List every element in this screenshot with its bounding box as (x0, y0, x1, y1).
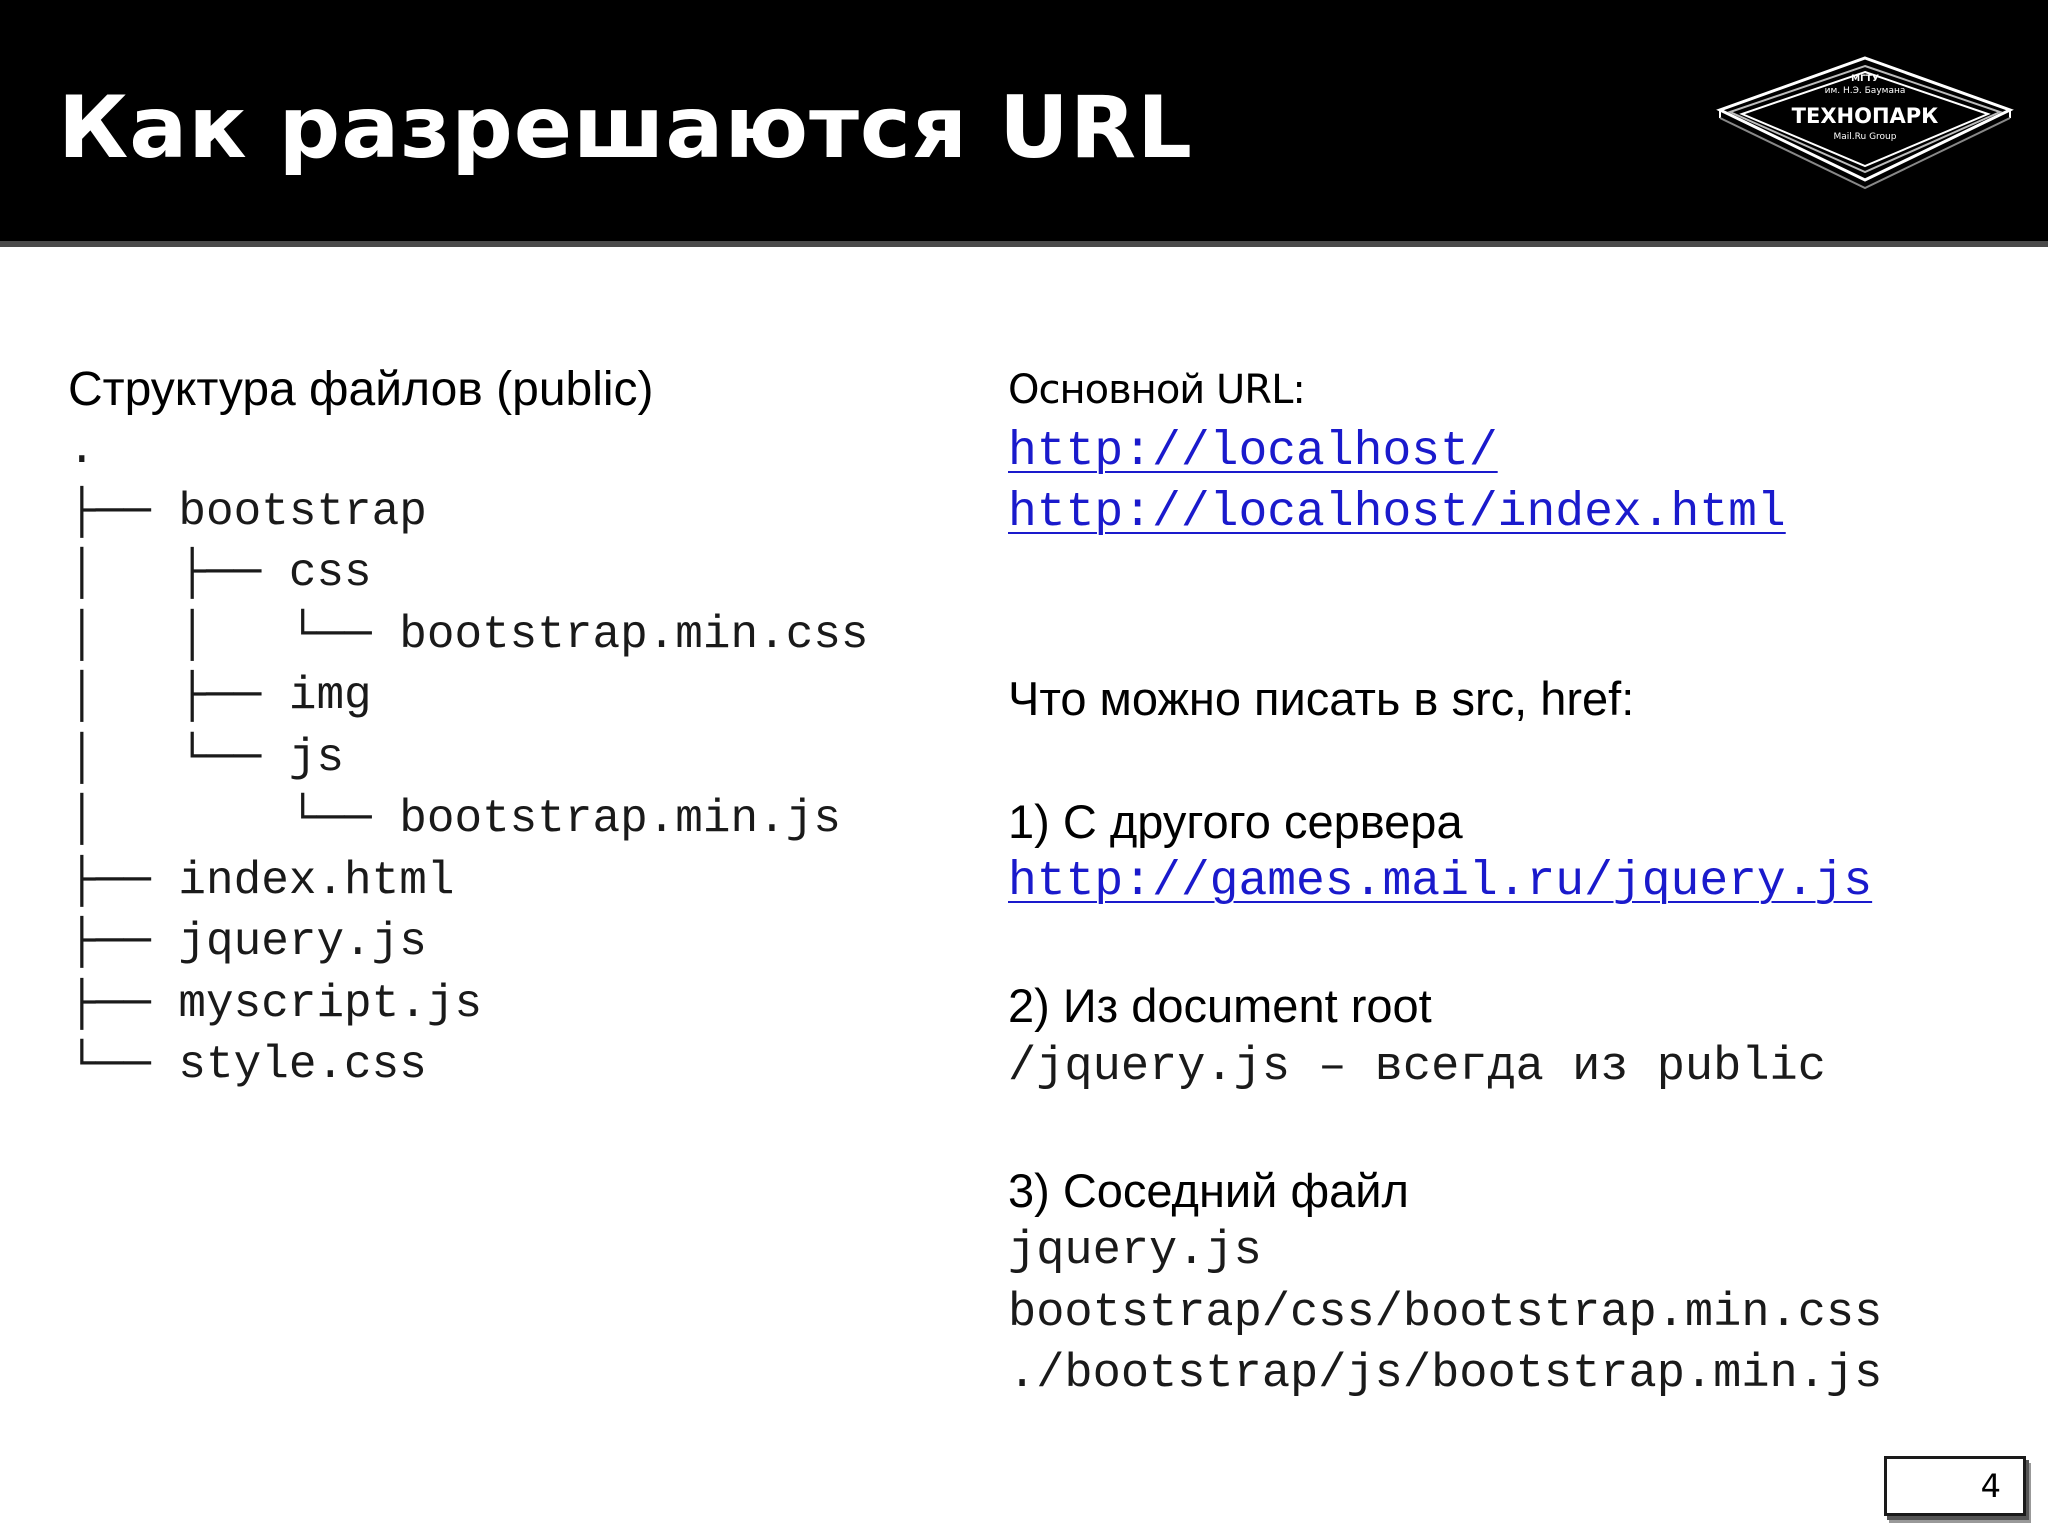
tree-line: ├── bootstrap (68, 485, 427, 538)
case3-heading: 3) Соседний файл (1008, 1163, 1409, 1217)
technopark-logo: МГТУ им. Н.Э. Баумана ТЕХНОПАРК Mail.Ru … (1710, 52, 2020, 192)
header-bar: Как разрешаются URL МГТУ им. Н.Э. Бауман… (0, 0, 2048, 247)
logo-name: ТЕХНОПАРК (1791, 104, 1939, 128)
case3-path: bootstrap/css/bootstrap.min.css (1008, 1286, 1883, 1340)
slide-title: Как разрешаются URL (58, 78, 1193, 178)
tree-line: │ ├── css (68, 547, 372, 599)
logo-company: Mail.Ru Group (1833, 132, 1897, 142)
case2-heading: 2) Из document root (1008, 979, 1432, 1032)
main-url-heading: Основной URL: (1008, 367, 1306, 413)
tree-line: . (68, 424, 96, 476)
tree-line: │ ├── img (68, 670, 372, 722)
case1-link[interactable]: http://games.mail.ru/jquery.js (1008, 855, 1872, 909)
src-href-heading: Что можно писать в src, href: (1008, 671, 1635, 725)
slide: Как разрешаются URL МГТУ им. Н.Э. Бауман… (0, 0, 2048, 1536)
case1-heading: 1) С другого сервера (1008, 794, 1463, 848)
tree-line: ├── myscript.js (68, 977, 483, 1030)
tree-line: │ │ └── bootstrap.min.css (68, 608, 869, 661)
tree-line: ├── jquery.js (68, 916, 427, 968)
page-number: 4 (1980, 1467, 2001, 1505)
tree-line: │ └── bootstrap.min.js (68, 793, 841, 845)
url-rules-column: Основной URL: http://localhost/ http://l… (1008, 360, 2028, 1406)
case3-path: ./bootstrap/js/bootstrap.min.js (1008, 1348, 1883, 1401)
case3-path: jquery.js (1008, 1225, 1262, 1278)
file-structure-column: Структура файлов (public) . ├── bootstra… (68, 360, 968, 1097)
tree-line: │ └── js (68, 731, 345, 784)
tree-line: └── style.css (68, 1039, 427, 1091)
file-structure-heading: Структура файлов (public) (68, 363, 654, 416)
logo-university-name: им. Н.Э. Баумана (1824, 86, 1906, 96)
page-number-box: 4 (1884, 1456, 2026, 1516)
file-tree: . ├── bootstrap │ ├── css │ │ └── bootst… (68, 420, 968, 1097)
main-url-link[interactable]: http://localhost/index.html (1008, 486, 1786, 540)
main-url-link[interactable]: http://localhost/ (1008, 425, 1498, 479)
tree-line: ├── index.html (68, 854, 455, 907)
logo-university: МГТУ (1851, 74, 1879, 84)
case2-text: /jquery.js – всегда из public (1008, 1040, 1826, 1094)
